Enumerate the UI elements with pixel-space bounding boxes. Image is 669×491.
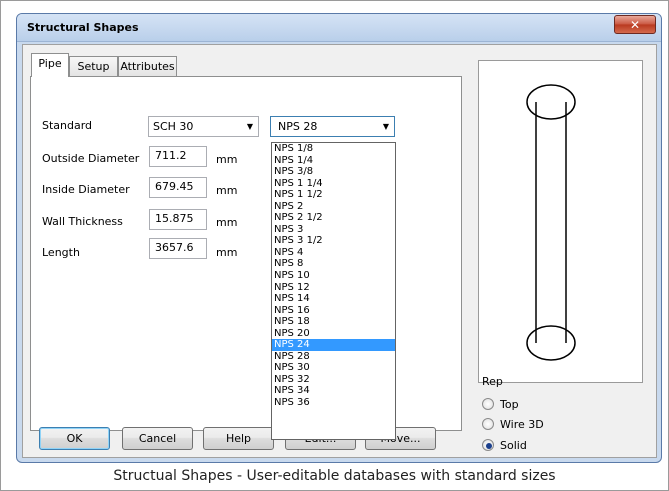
ok-button[interactable]: OK	[39, 427, 110, 450]
chevron-down-icon: ▼	[246, 122, 253, 131]
inside-diameter-unit: mm	[216, 184, 238, 197]
rep-option-wire-3d[interactable]: Wire 3D	[482, 417, 602, 433]
pipe-3d-icon	[526, 84, 576, 361]
dropdown-option[interactable]: NPS 3	[272, 224, 395, 236]
dropdown-option[interactable]: NPS 1 1/2	[272, 189, 395, 201]
rep-group: Rep Top Wire 3D Solid	[478, 375, 643, 452]
structural-shapes-dialog: Structural Shapes ✕ Pipe Setup Attribute…	[16, 13, 662, 463]
outside-diameter-label: Outside Diameter	[42, 152, 140, 165]
length-unit: mm	[216, 246, 238, 259]
inside-diameter-field[interactable]: 679.45	[149, 177, 207, 198]
tab-pipe-label: Pipe	[38, 57, 62, 70]
tab-pipe[interactable]: Pipe	[31, 53, 69, 77]
dialog-client-area: Pipe Setup Attributes Standard SCH 30 ▼ …	[22, 44, 657, 458]
dropdown-option[interactable]: NPS 1/4	[272, 155, 395, 167]
radio-selected-icon	[482, 439, 494, 451]
dropdown-option[interactable]: NPS 1 1/4	[272, 178, 395, 190]
dropdown-option[interactable]: NPS 24	[272, 339, 395, 351]
outside-diameter-field[interactable]: 711.2	[149, 146, 207, 167]
wall-thickness-field[interactable]: 15.875	[149, 209, 207, 230]
caption: Structual Shapes - User-editable databas…	[113, 468, 556, 484]
standard-label: Standard	[42, 119, 93, 132]
inside-diameter-label: Inside Diameter	[42, 183, 130, 196]
dropdown-option[interactable]: NPS 3 1/2	[272, 235, 395, 247]
dropdown-option[interactable]: NPS 14	[272, 293, 395, 305]
tab-setup-label: Setup	[77, 60, 110, 73]
length-label: Length	[42, 246, 80, 259]
size-select-value: NPS 28	[278, 120, 318, 133]
dropdown-option[interactable]: NPS 10	[272, 270, 395, 282]
rep-option-top-label: Top	[500, 398, 519, 411]
dropdown-option[interactable]: NPS 36	[272, 397, 395, 409]
rep-option-wire-3d-label: Wire 3D	[500, 418, 544, 431]
close-icon: ✕	[629, 18, 641, 32]
dropdown-option[interactable]: NPS 28	[272, 351, 395, 363]
tab-setup[interactable]: Setup	[69, 56, 118, 76]
dropdown-option[interactable]: NPS 2 1/2	[272, 212, 395, 224]
close-button[interactable]: ✕	[614, 15, 656, 34]
tab-attributes-label: Attributes	[120, 60, 175, 73]
rep-option-top[interactable]: Top	[482, 397, 602, 413]
dropdown-option[interactable]: NPS 1/8	[272, 143, 395, 155]
cancel-button[interactable]: Cancel	[122, 427, 193, 450]
standard-select-value: SCH 30	[153, 120, 194, 133]
chevron-down-icon: ▼	[382, 122, 389, 131]
dropdown-option[interactable]: NPS 16	[272, 305, 395, 317]
length-field[interactable]: 3657.6	[149, 238, 207, 259]
radio-icon	[482, 398, 494, 410]
wall-thickness-unit: mm	[216, 216, 238, 229]
tab-attributes[interactable]: Attributes	[118, 56, 177, 76]
dropdown-option[interactable]: NPS 30	[272, 362, 395, 374]
window-title: Structural Shapes	[27, 21, 139, 34]
dropdown-option[interactable]: NPS 32	[272, 374, 395, 386]
rep-option-solid-label: Solid	[500, 439, 527, 452]
dropdown-option[interactable]: NPS 18	[272, 316, 395, 328]
rep-label: Rep	[482, 375, 503, 388]
dropdown-option[interactable]: NPS 4	[272, 247, 395, 259]
help-button[interactable]: Help	[203, 427, 274, 450]
wall-thickness-label: Wall Thickness	[42, 215, 123, 228]
title-bar[interactable]: Structural Shapes ✕	[17, 14, 661, 42]
dropdown-option[interactable]: NPS 12	[272, 282, 395, 294]
dropdown-option[interactable]: NPS 3/8	[272, 166, 395, 178]
outside-diameter-unit: mm	[216, 153, 238, 166]
radio-icon	[482, 418, 494, 430]
size-select[interactable]: NPS 28 ▼	[270, 116, 395, 137]
dropdown-option[interactable]: NPS 34	[272, 385, 395, 397]
shape-preview	[478, 60, 643, 383]
dropdown-option[interactable]: NPS 2	[272, 201, 395, 213]
dropdown-option[interactable]: NPS 8	[272, 258, 395, 270]
rep-option-solid[interactable]: Solid	[482, 438, 602, 454]
size-dropdown-list[interactable]: NPS 1/8 NPS 1/4 NPS 3/8 NPS 1 1/4 NPS 1 1/2 N…	[271, 142, 396, 440]
dropdown-option[interactable]: NPS 20	[272, 328, 395, 340]
standard-select[interactable]: SCH 30 ▼	[148, 116, 259, 137]
